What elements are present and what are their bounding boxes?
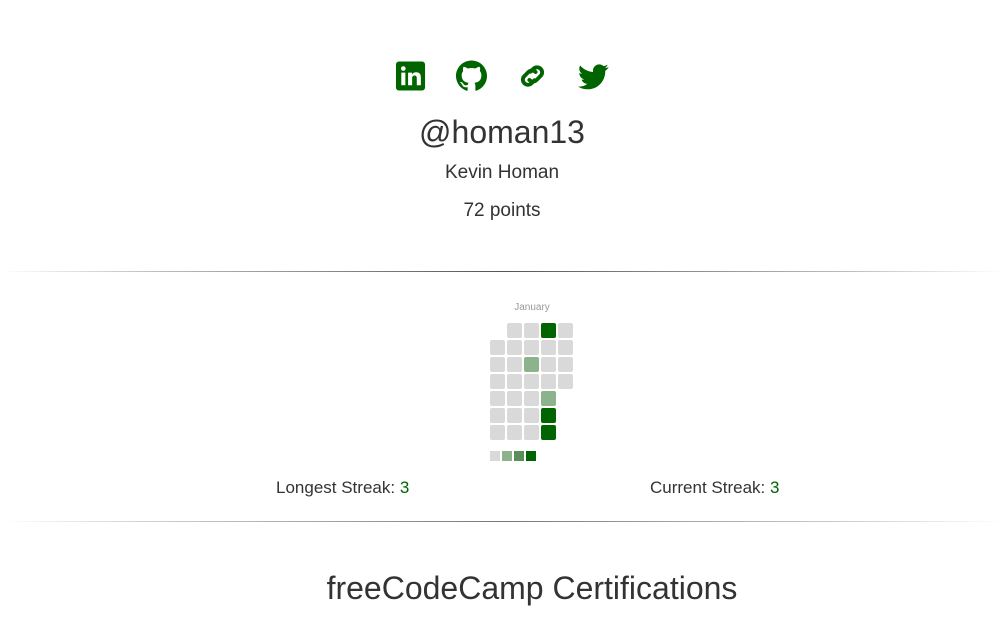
heatmap-day-cell[interactable] [524, 357, 539, 372]
heatmap-day-cell[interactable] [524, 323, 539, 338]
legend-swatch [502, 451, 512, 461]
heatmap-day-cell[interactable] [507, 374, 522, 389]
heatmap-day-cell[interactable] [507, 425, 522, 440]
heatmap-day-cell[interactable] [558, 357, 573, 372]
current-streak-value: 3 [770, 478, 780, 497]
heatmap-day-cell[interactable] [558, 340, 573, 355]
link-icon [520, 65, 545, 87]
heatmap-day-cell[interactable] [541, 357, 556, 372]
heatmap-day-cell[interactable] [524, 425, 539, 440]
certifications-section: freeCodeCamp Certifications [0, 522, 1004, 636]
heatmap-day-cell[interactable] [507, 323, 522, 338]
heatmap-day-cell[interactable] [490, 425, 505, 440]
activity-heatmap [490, 323, 574, 441]
legend-swatch [490, 451, 500, 461]
heatmap-day-cell[interactable] [558, 323, 573, 338]
longest-streak-label: Longest Streak: [276, 478, 400, 497]
heatmap-day-cell[interactable] [524, 374, 539, 389]
current-streak: Current Streak: 3 [650, 477, 779, 499]
heatmap-day-cell[interactable] [541, 425, 556, 440]
longest-streak: Longest Streak: 3 [276, 477, 409, 499]
heatmap-day-cell[interactable] [541, 323, 556, 338]
twitter-link[interactable] [578, 60, 609, 92]
heatmap-day-cell[interactable] [507, 391, 522, 406]
heatmap-day-cell[interactable] [490, 357, 505, 372]
heatmap-day-cell[interactable] [541, 374, 556, 389]
website-link[interactable] [517, 60, 548, 92]
heatmap-day-cell[interactable] [490, 391, 505, 406]
certifications-heading: freeCodeCamp Certifications [326, 570, 738, 606]
full-name: Kevin Homan [444, 162, 560, 183]
github-icon [456, 60, 487, 91]
heatmap-day-cell[interactable] [507, 357, 522, 372]
heatmap-day-cell[interactable] [490, 408, 505, 423]
linkedin-link[interactable] [395, 60, 426, 92]
heatmap-day-cell[interactable] [541, 391, 556, 406]
heatmap-day-cell[interactable] [541, 340, 556, 355]
heatmap-day-cell[interactable] [541, 408, 556, 423]
heatmap-day-cell[interactable] [524, 391, 539, 406]
heatmap-day-cell[interactable] [524, 408, 539, 423]
activity-heatmap-section: January Longest Streak: 3 Current Streak… [0, 272, 1004, 521]
heatmap-day-cell[interactable] [490, 340, 505, 355]
current-streak-label: Current Streak: [650, 478, 770, 497]
twitter-icon [578, 64, 609, 90]
linkedin-icon [395, 61, 426, 91]
legend-swatch [514, 451, 524, 461]
heatmap-legend [490, 451, 538, 461]
legend-swatch [526, 451, 536, 461]
points-count: 72 points [463, 200, 541, 221]
heatmap-day-cell[interactable] [490, 374, 505, 389]
heatmap-day-cell[interactable] [507, 340, 522, 355]
heatmap-day-cell[interactable] [524, 340, 539, 355]
username: @homan13 [419, 114, 585, 150]
heatmap-day-cell[interactable] [507, 408, 522, 423]
github-link[interactable] [456, 60, 487, 92]
profile-header: @homan13 Kevin Homan 72 points [0, 0, 1004, 271]
heatmap-day-cell[interactable] [558, 374, 573, 389]
heatmap-month-label: January [514, 302, 550, 313]
longest-streak-value: 3 [399, 478, 410, 497]
social-links [0, 60, 1004, 92]
